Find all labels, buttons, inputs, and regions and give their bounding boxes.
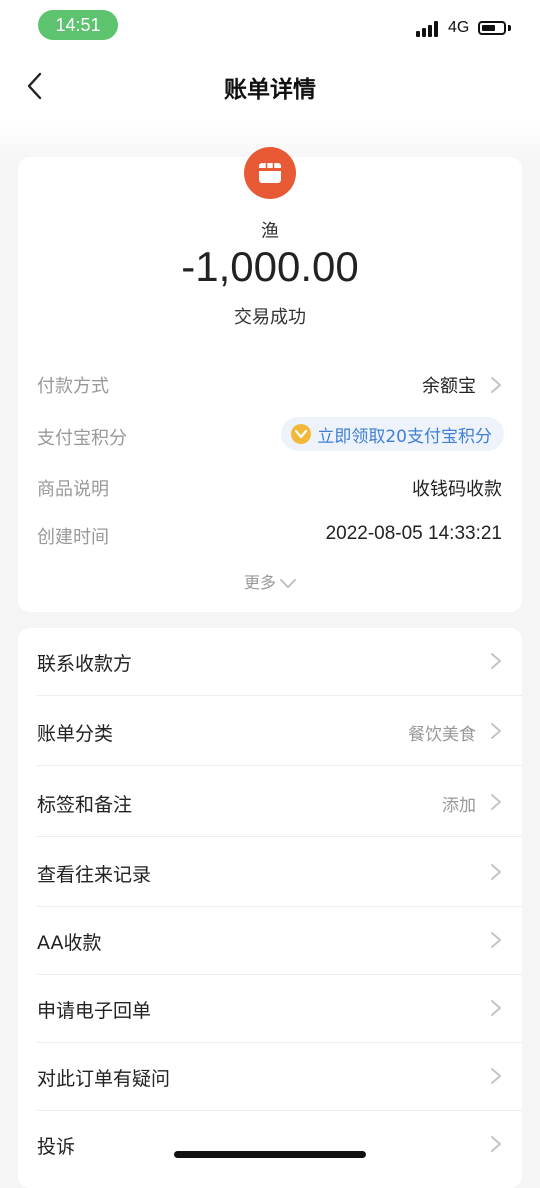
network-type: 4G [448, 19, 470, 36]
detail-label: 创建时间 [37, 527, 109, 548]
chevron-right-icon [491, 723, 501, 739]
list-item-label: 标签和备注 [37, 794, 133, 816]
detail-value: 余额宝 [422, 376, 476, 397]
chevron-right-icon [491, 932, 501, 948]
claim-points-label: 立即领取20支付宝积分 [317, 426, 492, 447]
transaction-card: 渔 -1,000.00 交易成功 付款方式 余额宝 支付宝积分 立即领取20支付… [18, 147, 522, 612]
transaction-status: 交易成功 [234, 307, 306, 328]
chevron-right-icon [491, 864, 501, 880]
actions-list: 联系收款方 账单分类 餐饮美食 标签和备注 添加 查看往来记录 AA收款 申请电… [18, 628, 522, 1188]
tags-notes-item[interactable]: 标签和备注 添加 [18, 769, 522, 837]
payment-method-row[interactable]: 付款方式 余额宝 [18, 364, 522, 404]
list-item-label: 联系收款方 [37, 653, 133, 675]
list-item-label: 对此订单有疑问 [37, 1068, 171, 1090]
amount: -1,000.00 [181, 243, 359, 290]
claim-points-button[interactable]: 立即领取20支付宝积分 [281, 417, 504, 451]
bill-category-item[interactable]: 账单分类 餐饮美食 [18, 698, 522, 766]
list-item-label: 账单分类 [37, 723, 114, 745]
detail-value: 2022-08-05 14:33:21 [325, 523, 502, 544]
battery-nub [508, 25, 511, 31]
chevron-right-icon [491, 653, 501, 669]
page-title: 账单详情 [224, 77, 316, 103]
more-label: 更多 [243, 573, 276, 592]
e-receipt-item[interactable]: 申请电子回单 [18, 975, 522, 1043]
contact-payee-item[interactable]: 联系收款方 [18, 628, 522, 696]
chevron-right-icon [491, 794, 501, 810]
chevron-right-icon [491, 1136, 501, 1152]
detail-label: 商品说明 [37, 479, 109, 500]
storefront-icon [244, 147, 296, 199]
detail-value: 收钱码收款 [412, 479, 502, 500]
points-coin-icon [291, 424, 312, 444]
battery-icon [478, 21, 506, 35]
home-indicator[interactable] [174, 1151, 366, 1158]
order-question-item[interactable]: 对此订单有疑问 [18, 1043, 522, 1111]
chevron-right-icon [491, 377, 501, 393]
detail-label: 付款方式 [37, 376, 109, 397]
merchant-name: 渔 [261, 221, 279, 242]
nav-bar: 账单详情 [0, 52, 540, 122]
points-row: 支付宝积分 立即领取20支付宝积分 [18, 416, 522, 456]
list-item-label: AA收款 [37, 932, 102, 954]
list-item-label: 查看往来记录 [37, 864, 152, 886]
divider [37, 765, 522, 766]
created-time-row: 创建时间 2022-08-05 14:33:21 [18, 515, 522, 555]
list-item-label: 投诉 [37, 1136, 76, 1158]
chevron-right-icon [491, 1068, 501, 1084]
list-item-value: 添加 [442, 796, 476, 816]
divider [37, 836, 522, 837]
detail-label: 支付宝积分 [37, 428, 127, 449]
split-bill-item[interactable]: AA收款 [18, 907, 522, 975]
signal-icon [416, 21, 442, 37]
status-time: 14:51 [38, 10, 118, 40]
chevron-down-icon [280, 578, 296, 588]
divider [37, 695, 522, 696]
battery-level-fill [482, 25, 495, 31]
status-bar: 14:51 4G [0, 0, 540, 52]
list-item-value: 餐饮美食 [408, 725, 476, 745]
chevron-right-icon [491, 1000, 501, 1016]
list-item-label: 申请电子回单 [37, 1000, 152, 1022]
product-description-row: 商品说明 收钱码收款 [18, 467, 522, 507]
transaction-history-item[interactable]: 查看往来记录 [18, 839, 522, 907]
more-button[interactable]: 更多 [18, 569, 522, 593]
